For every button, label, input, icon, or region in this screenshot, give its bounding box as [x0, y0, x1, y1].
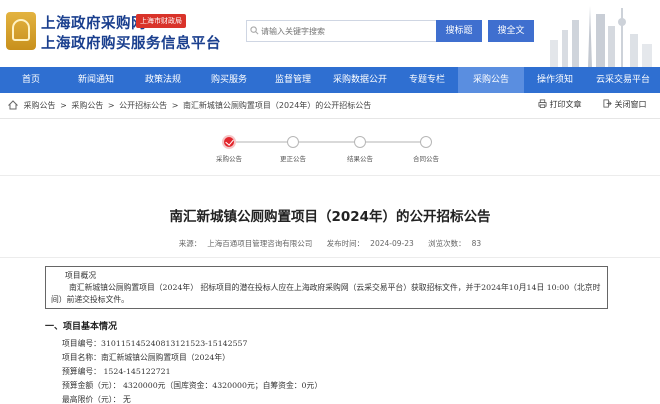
project-number: 项目编号：310115145240813121523-15142557: [62, 339, 248, 348]
breadcrumb-link[interactable]: 公开招标公告: [119, 101, 167, 110]
step-dot[interactable]: [420, 136, 432, 148]
breadcrumb-current: 南汇新城镇公厕购置项目（2024年）的公开招标公告: [182, 101, 372, 110]
home-icon: [8, 100, 18, 110]
project-overview-box: 项目概况 南汇新城镇公厕购置项目（2024年） 招标项目的潜在投标人应在上海政府…: [45, 266, 608, 309]
nav-item-supervision[interactable]: 监督管理: [262, 67, 324, 93]
date-label: 发布时间：: [326, 239, 365, 248]
nav-item-special-topics[interactable]: 专题专栏: [396, 67, 458, 93]
max-price: 最高限价（元）： 无: [62, 395, 131, 404]
nav-item-purchase-service[interactable]: 购买服务: [196, 67, 262, 93]
search-icon: [250, 26, 259, 35]
city-skyline-image: [540, 0, 660, 67]
views-label: 浏览次数：: [428, 239, 466, 248]
section-heading: 一、项目基本情况: [45, 322, 118, 332]
logo-emblem: [12, 19, 30, 41]
breadcrumb-separator: >: [107, 101, 115, 110]
site-logo[interactable]: [6, 12, 36, 50]
nav-item-cloud-trading[interactable]: 云采交易平台: [586, 67, 660, 93]
main-nav: 首页 新闻通知 政策法规 购买服务 监督管理 采购数据公开 专题专栏 采购公告 …: [0, 67, 660, 93]
step-dot[interactable]: [287, 136, 299, 148]
nav-item-announcements[interactable]: 采购公告: [458, 67, 524, 93]
nav-item-news[interactable]: 新闻通知: [62, 67, 130, 93]
site-title: 上海政府采购网: [41, 16, 146, 32]
divider: [0, 175, 660, 176]
print-button[interactable]: 打印文章: [538, 99, 582, 110]
article-meta: 来源： 上海百通项目管理咨询有限公司 发布时间： 2024-09-23 浏览次数： 8…: [0, 238, 660, 249]
nav-item-policy[interactable]: 政策法规: [130, 67, 196, 93]
step-label: 合同公告: [413, 155, 439, 163]
project-name: 项目名称：南汇新城镇公厕购置项目（2024年）: [62, 353, 230, 362]
site-header: 上海政府采购网 上海市财政局 上海政府购买服务信息平台 搜标题 搜全文: [0, 0, 660, 67]
nav-item-data-disclosure[interactable]: 采购数据公开: [324, 67, 396, 93]
nav-item-guide[interactable]: 操作须知: [524, 67, 586, 93]
search-title-button[interactable]: 搜标题: [436, 20, 482, 42]
budget-amount: 预算金额（元）： 4320000元（国库资金：4320000元；自筹资金：0元）: [62, 381, 323, 390]
step-label: 采购公告: [216, 155, 242, 163]
steps-track: [229, 141, 429, 143]
divider: [0, 257, 660, 258]
close-window-label: 关闭窗口: [614, 100, 647, 109]
breadcrumb-link[interactable]: 采购公告: [71, 101, 103, 110]
close-window-icon: [603, 99, 612, 108]
breadcrumb-link[interactable]: 采购公告: [24, 101, 56, 110]
step-dot-active[interactable]: [222, 135, 236, 149]
step-label: 结果公告: [347, 155, 373, 163]
source-label: 来源：: [178, 239, 202, 248]
site-subtitle: 上海政府购买服务信息平台: [41, 36, 221, 52]
article-title: 南汇新城镇公厕购置项目（2024年）的公开招标公告: [169, 209, 491, 225]
breadcrumb-separator: >: [60, 101, 67, 110]
page: 上海政府采购网 上海市财政局 上海政府购买服务信息平台 搜标题 搜全文 首页 新…: [0, 0, 660, 404]
print-icon: [538, 99, 547, 108]
breadcrumb-separator: >: [171, 101, 179, 110]
budget-number: 预算编号： 1524-145122721: [62, 367, 171, 376]
breadcrumb: 采购公告 > 采购公告 > 公开招标公告 > 南汇新城镇公厕购置项目（2024年…: [8, 100, 373, 114]
site-badge: 上海市财政局: [136, 14, 186, 28]
source-value: 上海百通项目管理咨询有限公司: [207, 239, 313, 248]
step-label: 更正公告: [280, 155, 306, 163]
views-value: 83: [471, 239, 482, 248]
date-value: 2024-09-23: [370, 239, 414, 248]
overview-body: 南汇新城镇公厕购置项目（2024年） 招标项目的潜在投标人应在上海政府采购网（云…: [51, 283, 601, 304]
search-all-button[interactable]: 搜全文: [488, 20, 534, 42]
step-dot[interactable]: [354, 136, 366, 148]
search-input[interactable]: [246, 20, 442, 42]
close-window-button[interactable]: 关闭窗口: [603, 99, 647, 110]
divider: [0, 118, 660, 119]
check-icon: [225, 137, 234, 146]
overview-heading: 项目概况: [65, 271, 97, 280]
print-label: 打印文章: [549, 100, 582, 109]
nav-item-home[interactable]: 首页: [0, 67, 62, 93]
